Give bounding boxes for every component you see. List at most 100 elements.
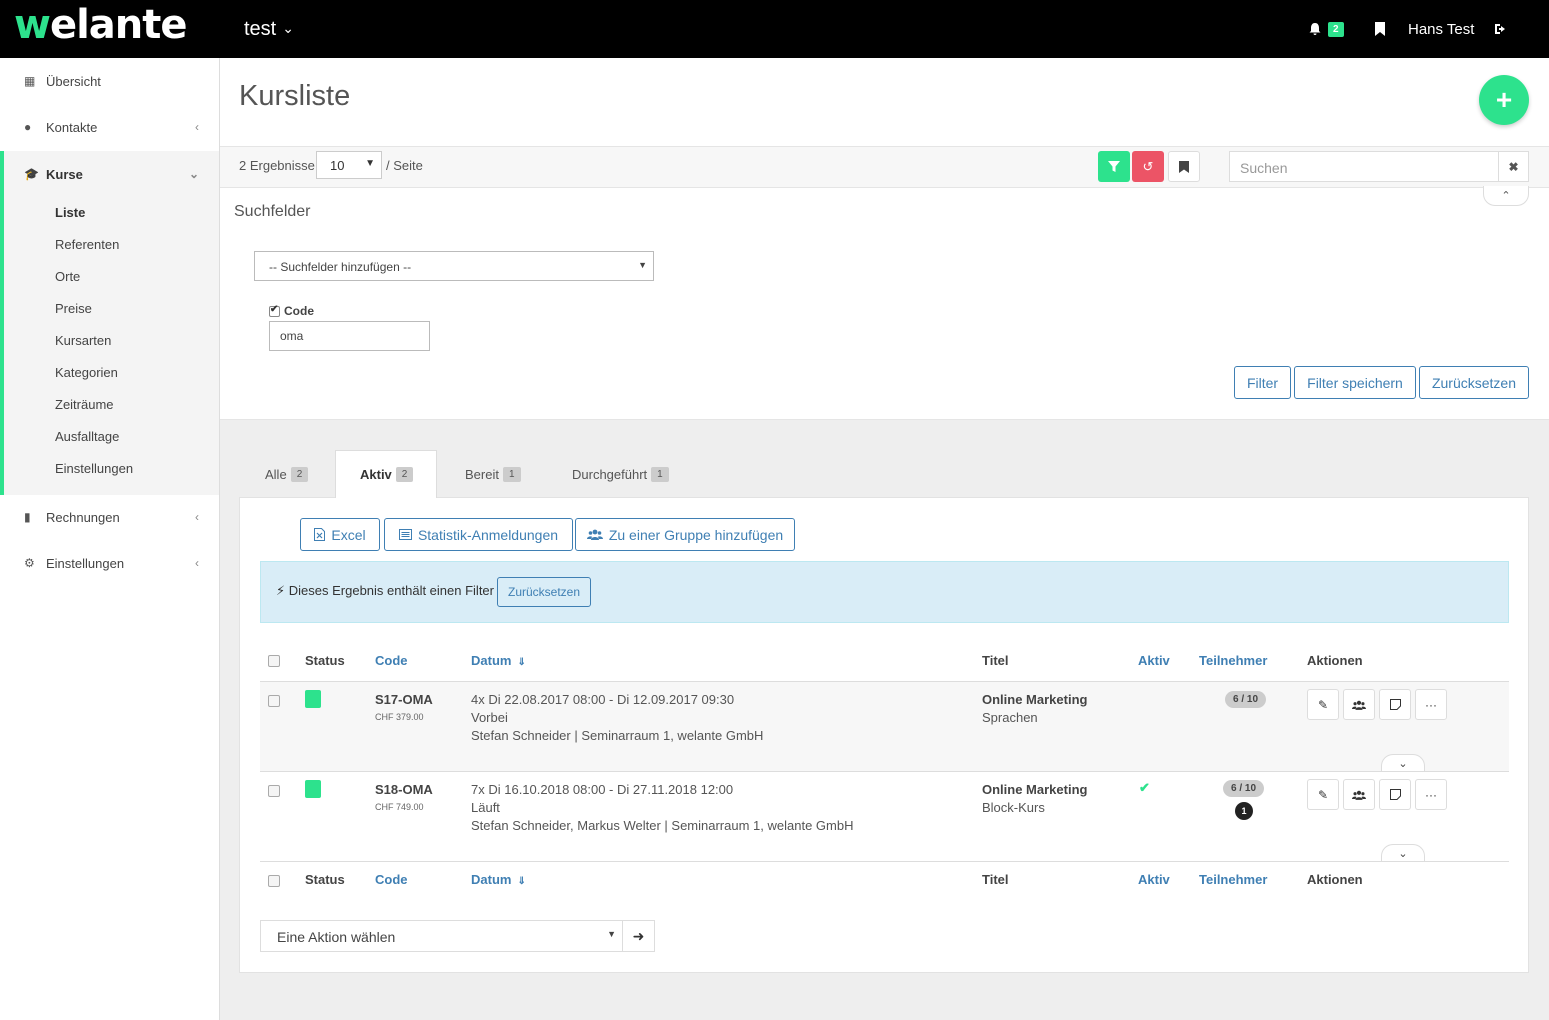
footer-header-titel: Titel <box>982 872 1009 887</box>
reset-search-button[interactable]: Zurücksetzen <box>1419 366 1529 399</box>
row-checkbox[interactable] <box>268 695 280 707</box>
note-button[interactable] <box>1379 779 1411 810</box>
participants-button[interactable] <box>1343 779 1375 810</box>
code-field-label[interactable]: Code <box>269 304 314 318</box>
tab-aktiv[interactable]: Aktiv 2 <box>335 450 437 498</box>
code-field-checkbox[interactable] <box>269 304 280 317</box>
select-all-checkbox[interactable] <box>268 655 280 667</box>
code-field-input[interactable]: oma <box>269 321 430 351</box>
waiting-list-badge: 1 <box>1235 802 1253 820</box>
user-menu[interactable]: Hans Test <box>1408 0 1474 58</box>
undo-icon: ↺ <box>1142 158 1154 174</box>
tab-alle[interactable]: Alle 2 <box>265 450 309 498</box>
per-page-select[interactable]: 10 ▼ <box>316 151 382 179</box>
sidebar-subitem-kategorien[interactable]: Kategorien <box>55 365 118 380</box>
bulk-action-select[interactable]: Eine Aktion wählen ▼ <box>260 920 623 952</box>
footer-header-aktionen: Aktionen <box>1307 872 1363 887</box>
statistik-anmeldungen-button[interactable]: Statistik-Anmeldungen <box>384 518 573 551</box>
chevron-down-icon: ⌄ <box>282 20 294 36</box>
search-input[interactable]: Suchen <box>1229 151 1499 182</box>
column-header-datum[interactable]: Datum ⇓ <box>471 653 526 668</box>
filter-toggle-button[interactable] <box>1098 151 1130 182</box>
column-header-teilnehmer[interactable]: Teilnehmer <box>1199 653 1267 668</box>
course-price: CHF 749.00 <box>375 802 424 812</box>
notifications-button[interactable]: 2 <box>1308 0 1344 58</box>
more-button[interactable]: ··· <box>1415 779 1447 810</box>
row-checkbox[interactable] <box>268 785 280 797</box>
collapse-panel-button[interactable]: ⌃ <box>1483 186 1529 206</box>
results-count: 2 Ergebnisse <box>239 158 315 173</box>
note-button[interactable] <box>1379 689 1411 720</box>
sidebar-subitem-liste[interactable]: Liste <box>55 205 85 220</box>
add-search-field-select[interactable]: -- Suchfelder hinzufügen -- ▼ <box>254 251 654 281</box>
per-page-label: / Seite <box>386 158 423 173</box>
sidebar-subitem-einstellungen[interactable]: Einstellungen <box>55 461 133 476</box>
course-category: Sprachen <box>982 710 1038 725</box>
edit-button[interactable]: ✎ <box>1307 779 1339 810</box>
alert-reset-button[interactable]: Zurücksetzen <box>497 577 591 607</box>
filter-alert-text: Dieses Ergebnis enthält einen Filter <box>288 583 494 598</box>
footer-header-status: Status <box>305 872 345 887</box>
sidebar-subitem-preise[interactable]: Preise <box>55 301 92 316</box>
footer-header-aktiv[interactable]: Aktiv <box>1138 872 1170 887</box>
reset-filter-button[interactable]: ↺ <box>1132 151 1164 182</box>
bookmarks-button[interactable] <box>1374 0 1386 58</box>
select-all-checkbox-footer[interactable] <box>268 875 280 887</box>
sidebar-item-einstellungen[interactable]: ⚙ Einstellungen ‹ <box>0 540 219 586</box>
sidebar-item-rechnungen[interactable]: ▮ Rechnungen ‹ <box>0 494 219 540</box>
table-row: S18-OMA CHF 749.00 7x Di 16.10.2018 08:0… <box>260 771 1509 862</box>
page-header: Kursliste + <box>220 58 1549 146</box>
sidebar-item-kontakte[interactable]: ● Kontakte ‹ <box>0 104 219 150</box>
expand-row-button[interactable]: ⌄ <box>1381 754 1425 772</box>
sidebar-item-kurse[interactable]: 🎓 Kurse ⌄ <box>4 151 219 197</box>
column-header-code[interactable]: Code <box>375 653 408 668</box>
welante-logo[interactable]: welante <box>14 2 188 48</box>
tab-count-badge: 1 <box>502 466 521 482</box>
users-icon <box>586 529 603 540</box>
clear-search-button[interactable]: ✖ <box>1498 151 1529 182</box>
users-icon <box>1352 700 1366 710</box>
status-indicator <box>305 690 321 708</box>
footer-header-code[interactable]: Code <box>375 872 408 887</box>
more-button[interactable]: ··· <box>1415 689 1447 720</box>
tab-durchgefuehrt[interactable]: Durchgeführt 1 <box>572 450 669 498</box>
pencil-icon: ✎ <box>1317 697 1329 712</box>
logout-button[interactable] <box>1494 0 1508 58</box>
participants-button[interactable] <box>1343 689 1375 720</box>
bulk-action-submit-button[interactable]: ➜ <box>623 920 655 952</box>
footer-header-teilnehmer[interactable]: Teilnehmer <box>1199 872 1267 887</box>
dashboard-icon: ▦ <box>24 74 36 88</box>
excel-export-button[interactable]: Excel <box>300 518 380 551</box>
sign-out-icon <box>1495 24 1505 34</box>
sidebar-subitem-kursarten[interactable]: Kursarten <box>55 333 111 348</box>
status-indicator <box>305 780 321 798</box>
filter-button[interactable]: Filter <box>1234 366 1291 399</box>
course-date: 7x Di 16.10.2018 08:00 - Di 27.11.2018 1… <box>471 782 734 797</box>
list-toolbar: 2 Ergebnisse 10 ▼ / Seite ↺ Suchen ✖ <box>220 146 1549 188</box>
sidebar-subitem-orte[interactable]: Orte <box>55 269 80 284</box>
footer-header-datum[interactable]: Datum ⇓ <box>471 872 526 887</box>
chevron-down-icon: ⌄ <box>1398 848 1408 860</box>
edit-button[interactable]: ✎ <box>1307 689 1339 720</box>
chevron-left-icon: ‹ <box>195 510 199 524</box>
bookmark-icon <box>1179 160 1189 173</box>
sidebar-item-uebersicht[interactable]: ▦ Übersicht <box>0 58 219 104</box>
add-to-group-button[interactable]: Zu einer Gruppe hinzufügen <box>575 518 795 551</box>
course-code[interactable]: S18-OMA <box>375 782 433 797</box>
user-icon: ● <box>24 120 32 134</box>
sidebar-subitem-ausfalltage[interactable]: Ausfalltage <box>55 429 119 444</box>
tab-count-badge: 2 <box>395 467 414 482</box>
sidebar-subitem-zeitraeume[interactable]: Zeiträume <box>55 397 114 412</box>
project-switcher[interactable]: test ⌄ <box>244 18 294 41</box>
expand-row-button[interactable]: ⌄ <box>1381 844 1425 862</box>
chevron-up-icon: ⌃ <box>1501 190 1511 202</box>
save-bookmark-button[interactable] <box>1168 151 1200 182</box>
add-course-button[interactable]: + <box>1479 75 1529 125</box>
caret-down-icon: ▼ <box>607 929 616 939</box>
course-code[interactable]: S17-OMA <box>375 692 433 707</box>
column-header-aktiv[interactable]: Aktiv <box>1138 653 1170 668</box>
save-filter-button[interactable]: Filter speichern <box>1294 366 1416 399</box>
sidebar-subitem-referenten[interactable]: Referenten <box>55 237 119 252</box>
tab-bereit[interactable]: Bereit 1 <box>465 450 521 498</box>
plus-icon: + <box>1495 84 1513 115</box>
